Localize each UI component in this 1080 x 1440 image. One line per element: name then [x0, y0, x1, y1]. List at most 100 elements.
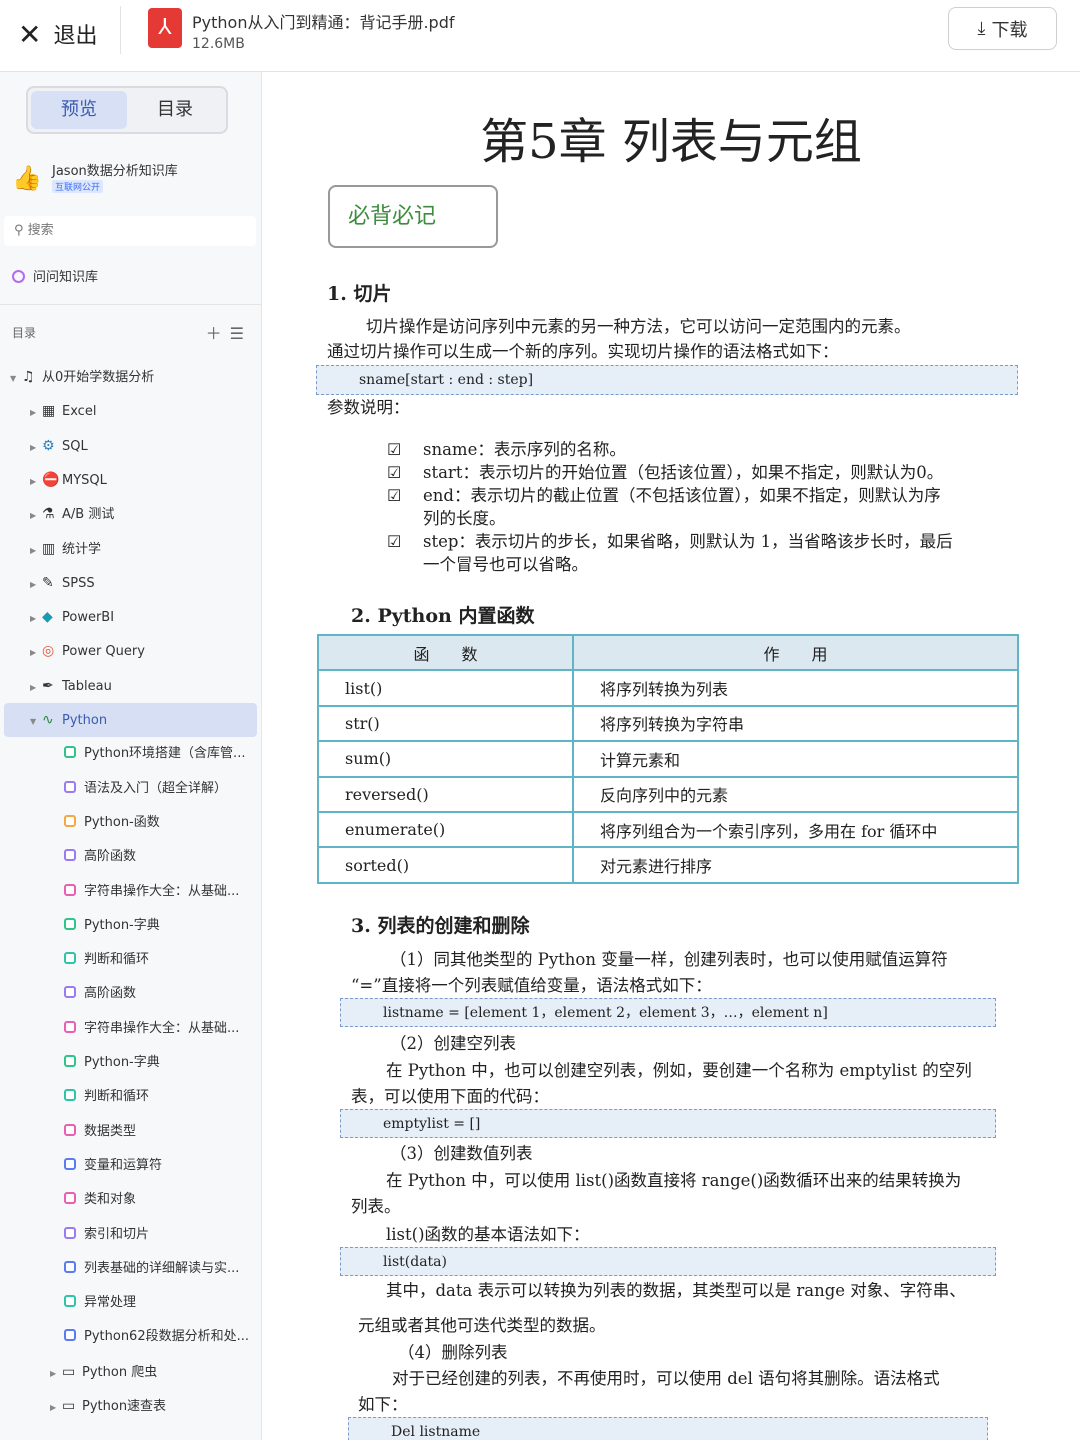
param-item: 列的长度。	[423, 507, 506, 530]
toc-header: 目录 ＋☰	[12, 324, 252, 343]
sidebar-item-label: 字符串操作大全：从基础...	[84, 1020, 240, 1036]
section-heading: 1. 切片	[327, 283, 392, 305]
doc-icon	[64, 1123, 76, 1136]
code-block: Del listname	[348, 1417, 988, 1440]
download-button[interactable]: ⤓ 下载	[948, 7, 1057, 50]
sidebar-item[interactable]: Python62段数据分析和处...	[64, 1322, 258, 1352]
sidebar-item[interactable]: ▶ ◎ Power Query	[30, 636, 258, 666]
param-item: 一个冒号也可以省略。	[423, 553, 588, 576]
doc-icon	[64, 780, 76, 793]
chevron-right-icon[interactable]: ▶	[30, 433, 42, 461]
kb-tag: 互联网公开	[52, 180, 104, 193]
sidebar-item[interactable]: ▶ ▥ 统计学	[30, 534, 258, 564]
sidebar-item[interactable]: ▼ ∿ Python	[30, 705, 258, 735]
sidebar-item-label: 变量和运算符	[84, 1157, 163, 1173]
sidebar-item[interactable]: Python-字典	[64, 911, 258, 941]
exit-button[interactable]: ✕ 退出	[18, 14, 97, 54]
sidebar-item-label: Power Query	[62, 644, 145, 660]
chevron-right-icon[interactable]: ▶	[30, 501, 42, 529]
chevron-right-icon[interactable]: ▶	[30, 638, 42, 666]
chevron-right-icon[interactable]: ▶	[30, 398, 42, 426]
paragraph: （2）创建空列表	[390, 1034, 516, 1053]
sidebar-item[interactable]: 高阶函数	[64, 842, 258, 872]
search-placeholder: 搜索	[27, 223, 54, 238]
sidebar-item[interactable]: ▶ ▦ Excel	[30, 396, 258, 426]
chevron-right-icon[interactable]: ▶	[30, 604, 42, 632]
document-view: 第5章 列表与元组 必背必记 1. 切片 切片操作是访问序列中元素的另一种方法，…	[262, 72, 1080, 1440]
sidebar-item-label: 异常处理	[84, 1295, 137, 1311]
chevron-right-icon[interactable]: ▶	[50, 1359, 62, 1387]
chevron-right-icon[interactable]: ▶	[30, 570, 42, 598]
sidebar-item[interactable]: 变量和运算符	[64, 1151, 258, 1181]
tab-toc[interactable]: 目录	[127, 91, 223, 129]
sidebar-item[interactable]: 字符串操作大全：从基础...	[64, 1014, 258, 1044]
paragraph: 其中，data 表示可以转换为列表的数据，其类型可以是 range 对象、字符串…	[386, 1281, 966, 1300]
sidebar-item[interactable]: ▶ ⚗ A/B 测试	[30, 499, 258, 529]
sidebar-item[interactable]: 索引和切片	[64, 1220, 258, 1250]
sidebar-item[interactable]: ▶ ⚙ SQL	[30, 431, 258, 461]
chevron-right-icon[interactable]: ▶	[30, 467, 42, 495]
sidebar-item[interactable]: ▶ ⛔ MYSQL	[30, 465, 258, 495]
chart-icon: ▥	[42, 540, 56, 557]
sidebar-item-label: Python速查表	[82, 1399, 167, 1414]
sidebar-item[interactable]: 字符串操作大全：从基础...	[64, 877, 258, 907]
sidebar-item[interactable]: Python-字典	[64, 1048, 258, 1078]
target-icon: ◎	[42, 643, 55, 660]
param-text: sname：表示序列的名称。	[423, 440, 626, 459]
checkbox-icon: ☑	[387, 440, 402, 459]
sidebar-item-label: SQL	[62, 438, 88, 454]
param-item: ☑ start：表示切片的开始位置（包括该位置），如果不指定，则默认为0。	[387, 461, 944, 484]
sidebar-item-label: Python-字典	[84, 1055, 160, 1070]
sidebar-item[interactable]: ▶ ▭ Python 爬虫	[50, 1357, 244, 1387]
sidebar-item[interactable]: ▶ ✎ SPSS	[30, 568, 258, 598]
ask-kb-button[interactable]: 问问知识库	[12, 266, 98, 285]
tab-preview[interactable]: 预览	[31, 91, 127, 129]
paragraph: 在 Python 中，也可以创建空列表，例如，要创建一个名称为 emptylis…	[386, 1061, 972, 1080]
chevron-down-icon[interactable]: ▼	[10, 364, 22, 392]
params-label: 参数说明：	[327, 398, 410, 417]
param-text: start：表示切片的开始位置（包括该位置），如果不指定，则默认为0。	[423, 463, 944, 482]
folder-icon: ▭	[62, 1363, 76, 1380]
sidebar-item[interactable]: 判断和循环	[64, 945, 258, 975]
table-row: sum() 计算元素和	[317, 740, 1019, 778]
sidebar-item[interactable]: 判断和循环	[64, 1082, 258, 1112]
thumbs-up-icon: 👍	[12, 164, 42, 192]
sidebar-item[interactable]: 类和对象	[64, 1185, 258, 1215]
doc-icon	[64, 1192, 76, 1205]
sidebar-item[interactable]: 语法及入门（超全详解）	[64, 774, 258, 804]
sidebar-item-label: 字符串操作大全：从基础...	[84, 883, 240, 899]
sidebar-item[interactable]: Python-函数	[64, 808, 258, 838]
paragraph: 元组或者其他可迭代类型的数据。	[358, 1316, 606, 1335]
sidebar-item[interactable]: 数据类型	[64, 1117, 258, 1147]
param-text: 列的长度。	[423, 509, 506, 528]
paragraph: 列表。	[351, 1197, 401, 1216]
sidebar-item-label: Python环境搭建（含库管...	[84, 746, 246, 762]
sidebar-item[interactable]: 列表基础的详细解读与实...	[64, 1254, 258, 1284]
sidebar-item[interactable]: ▶ ◆ PowerBI	[30, 602, 258, 632]
search-input[interactable]: ⚲ 搜索	[4, 216, 256, 246]
file-name: Python从入门到精通：背记手册.pdf	[192, 13, 455, 32]
sidebar-item[interactable]: 高阶函数	[64, 979, 258, 1009]
download-label: 下载	[991, 19, 1028, 41]
sidebar-item[interactable]: ▶ ▭ Python速查表	[50, 1391, 244, 1421]
paragraph: 表，可以使用下面的代码：	[351, 1087, 549, 1106]
doc-icon	[64, 883, 76, 896]
chevron-down-icon[interactable]: ▼	[30, 707, 42, 735]
checkbox-icon: ☑	[387, 486, 402, 505]
table-row: list() 将序列转换为列表	[317, 669, 1019, 707]
knowledge-base-header[interactable]: 👍 Jason数据分析知识库 互联网公开	[12, 158, 252, 198]
add-icon[interactable]: ＋	[206, 324, 230, 343]
list-icon[interactable]: ☰	[230, 324, 252, 343]
sidebar-item[interactable]: Python环境搭建（含库管...	[64, 739, 258, 769]
download-icon: ⤓	[977, 18, 986, 39]
sidebar-item[interactable]: 异常处理	[64, 1288, 258, 1318]
file-size: 12.6MB	[192, 36, 245, 52]
sidebar-item[interactable]: ▶ ✒ Tableau	[30, 671, 258, 701]
chevron-right-icon[interactable]: ▶	[50, 1393, 62, 1421]
code-block: list(data)	[340, 1247, 996, 1276]
chevron-right-icon[interactable]: ▶	[30, 536, 42, 564]
sidebar-item[interactable]: ▼ ♫ 从0开始学数据分析	[10, 362, 258, 392]
chevron-right-icon[interactable]: ▶	[30, 673, 42, 701]
must-remember-box: 必背必记	[328, 185, 498, 248]
sidebar-item-label: Python62段数据分析和处...	[84, 1329, 250, 1345]
